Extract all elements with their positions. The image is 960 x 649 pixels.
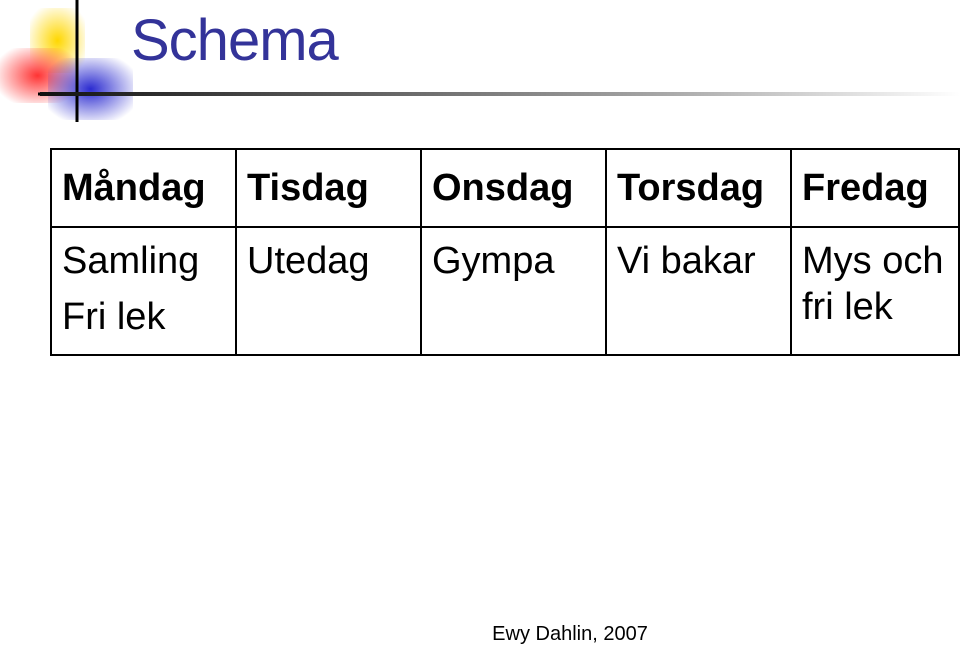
activity-friday: Mys och fri lek: [802, 240, 944, 328]
decorative-logo: [0, 0, 140, 122]
activity-monday-2: Fri lek: [62, 296, 166, 338]
cell-monday: Samling Fri lek: [50, 226, 237, 356]
weekly-schedule-table: Måndag Tisdag Onsdag Torsdag Fredag Saml…: [50, 148, 960, 356]
cell-thursday: Vi bakar: [605, 226, 792, 356]
header-monday: Måndag: [50, 148, 237, 228]
logo-blue-square: [48, 58, 133, 120]
activity-row: Samling Fri lek Utedag Gympa Vi bakar My…: [50, 226, 960, 356]
header-thursday: Torsdag: [605, 148, 792, 228]
footer-credit: Ewy Dahlin, 2007: [492, 623, 648, 645]
header-row: Måndag Tisdag Onsdag Torsdag Fredag: [50, 148, 960, 228]
title-underline: [40, 92, 960, 96]
header-friday: Fredag: [790, 148, 960, 228]
slide-title: Schema: [131, 8, 339, 73]
header-wednesday: Onsdag: [420, 148, 607, 228]
activity-thursday: Vi bakar: [617, 240, 756, 282]
cell-tuesday: Utedag: [235, 226, 422, 356]
activity-wednesday: Gympa: [432, 240, 555, 282]
activity-tuesday: Utedag: [247, 240, 370, 282]
cell-wednesday: Gympa: [420, 226, 607, 356]
activity-monday-1: Samling: [62, 240, 200, 282]
header-tuesday: Tisdag: [235, 148, 422, 228]
cell-friday: Mys och fri lek: [790, 226, 960, 356]
